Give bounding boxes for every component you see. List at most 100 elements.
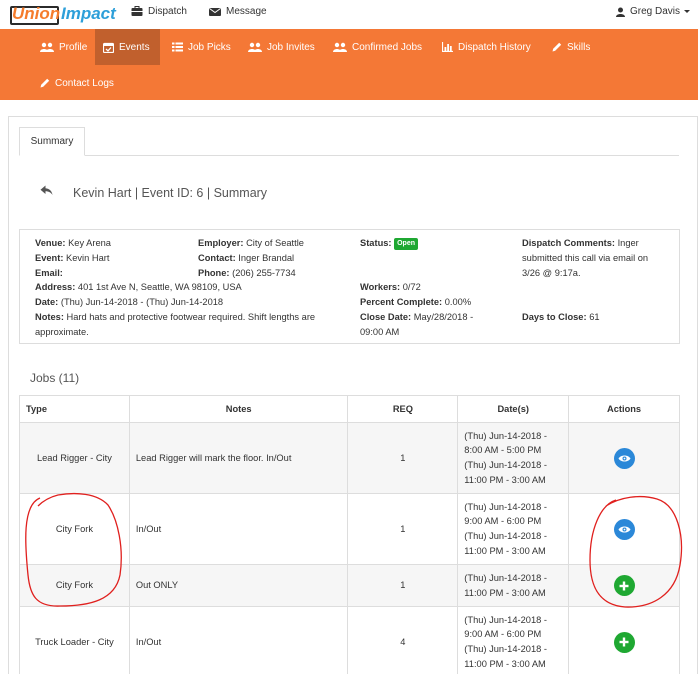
time-line: 8:00 AM - 5:00 PM bbox=[464, 445, 542, 456]
logo-union-text: Union bbox=[12, 4, 61, 23]
tab-divider bbox=[19, 155, 679, 156]
job-type-cell: City Fork bbox=[19, 493, 130, 565]
phone-value: (206) 255-7734 bbox=[232, 267, 296, 278]
venue-value: Key Arena bbox=[68, 238, 111, 248]
time-line: 11:00 PM - 3:00 AM bbox=[464, 658, 546, 669]
job-actions-cell bbox=[568, 422, 680, 494]
column-header-req[interactable]: REQ bbox=[347, 395, 459, 423]
nav-job-picks-label: Job Picks bbox=[188, 41, 231, 53]
job-notes-cell: Lead Rigger will mark the floor. In/Out bbox=[128, 422, 349, 494]
column-header-type[interactable]: Type bbox=[19, 395, 130, 423]
job-type-cell: Truck Loader - City bbox=[19, 606, 130, 674]
date-value: (Thu) Jun-14-2018 - (Thu) Jun-14-2018 bbox=[60, 297, 224, 308]
users-icon bbox=[40, 42, 54, 52]
tab-summary[interactable]: Summary bbox=[19, 127, 85, 156]
time-line: 9:00 AM - 6:00 PM bbox=[464, 516, 542, 527]
event-info-box: Venue: Key Arena Event: Kevin Hart Email… bbox=[19, 229, 680, 344]
table-row: Truck Loader - City In/Out 4 (Thu) Jun-1… bbox=[19, 606, 680, 674]
page-title: Kevin Hart | Event ID: 6 | Summary bbox=[73, 186, 268, 200]
column-header-notes[interactable]: Notes bbox=[128, 395, 349, 423]
phone-label: Phone: bbox=[198, 267, 230, 278]
add-plus-icon[interactable] bbox=[613, 631, 635, 653]
logo-impact-text: Impact bbox=[61, 4, 116, 23]
date-line: (Thu) Jun-14-2018 - bbox=[464, 501, 547, 512]
message-link[interactable]: Message bbox=[209, 6, 267, 17]
main-nav: Profile Events Job Picks Job Invites Con… bbox=[0, 29, 698, 100]
notes-value-line1: Hard hats and protective footwear requir… bbox=[66, 311, 316, 322]
message-label: Message bbox=[226, 6, 267, 17]
dispatch-comments-line3: 3/26 @ 9:17a. bbox=[522, 267, 581, 278]
dispatch-comments-label: Dispatch Comments: bbox=[522, 238, 615, 248]
nav-confirmed-jobs-label: Confirmed Jobs bbox=[352, 41, 423, 53]
job-type-cell: Lead Rigger - City bbox=[19, 422, 130, 494]
nav-contact-logs-label: Contact Logs bbox=[55, 77, 114, 89]
employer-label: Employer: bbox=[198, 238, 244, 248]
nav-confirmed-jobs[interactable]: Confirmed Jobs bbox=[325, 29, 430, 65]
column-header-dates[interactable]: Date(s) bbox=[457, 395, 570, 423]
event-value: Kevin Hart bbox=[66, 252, 110, 263]
list-icon bbox=[172, 42, 183, 52]
employer-column: Employer: City of Seattle Contact: Inger… bbox=[198, 236, 358, 280]
status-column: Status: Open Workers: 0/72 Percent Compl… bbox=[360, 236, 510, 340]
back-button[interactable] bbox=[40, 185, 53, 196]
user-menu[interactable]: Greg Davis bbox=[616, 6, 691, 17]
job-req-cell: 4 bbox=[347, 606, 459, 674]
jobs-heading: Jobs (11) bbox=[30, 371, 80, 385]
job-dates-cell: (Thu) Jun-14-2018 - 9:00 AM - 6:00 PM (T… bbox=[457, 493, 570, 565]
add-plus-icon[interactable] bbox=[613, 575, 635, 596]
table-header-row: Type Notes REQ Date(s) Actions bbox=[19, 395, 680, 423]
nav-job-invites[interactable]: Job Invites bbox=[240, 29, 323, 65]
nav-profile-label: Profile bbox=[59, 41, 88, 53]
nav-skills-label: Skills bbox=[567, 41, 591, 53]
job-notes-cell: In/Out bbox=[128, 606, 349, 674]
job-actions-cell bbox=[568, 606, 680, 674]
nav-dispatch-history[interactable]: Dispatch History bbox=[434, 29, 539, 65]
percent-complete-label: Percent Complete: bbox=[360, 297, 443, 308]
job-req-cell: 1 bbox=[347, 493, 459, 565]
workers-label: Workers: bbox=[360, 282, 401, 293]
nav-events[interactable]: Events bbox=[95, 29, 160, 65]
job-type-cell: City Fork bbox=[19, 564, 130, 607]
job-dates-cell: (Thu) Jun-14-2018 - 9:00 AM - 6:00 PM (T… bbox=[457, 606, 570, 674]
status-label: Status: bbox=[360, 238, 392, 248]
nav-contact-logs[interactable]: Contact Logs bbox=[32, 65, 122, 101]
close-date-value-line1: May/28/2018 - bbox=[413, 311, 474, 322]
nav-profile[interactable]: Profile bbox=[32, 29, 95, 65]
table-row: City Fork Out ONLY 1 (Thu) Jun-14-2018 -… bbox=[19, 564, 680, 607]
view-eye-icon[interactable] bbox=[613, 518, 635, 540]
users-icon bbox=[333, 42, 347, 52]
nav-job-picks[interactable]: Job Picks bbox=[164, 29, 239, 65]
nav-dispatch-history-label: Dispatch History bbox=[458, 41, 531, 53]
contact-label: Contact: bbox=[198, 252, 236, 263]
notes-label: Notes: bbox=[35, 311, 64, 322]
date-line: (Thu) Jun-14-2018 - bbox=[464, 460, 547, 470]
days-to-close-value: 61 bbox=[589, 311, 600, 322]
nav-job-invites-label: Job Invites bbox=[267, 41, 315, 53]
top-bar: Union Impact Dispatch Message Greg Davis bbox=[0, 0, 698, 29]
table-row: City Fork In/Out 1 (Thu) Jun-14-2018 - 9… bbox=[19, 493, 680, 565]
job-notes-cell: In/Out bbox=[128, 493, 349, 565]
percent-complete-value: 0.00% bbox=[444, 297, 472, 308]
dispatch-comments-line2: submitted this call via email on bbox=[522, 252, 649, 263]
user-icon bbox=[616, 7, 625, 17]
dispatch-link[interactable]: Dispatch bbox=[131, 6, 187, 17]
date-line: (Thu) Jun-14-2018 - bbox=[464, 430, 547, 441]
job-actions-cell bbox=[568, 493, 680, 565]
dispatch-label: Dispatch bbox=[148, 6, 187, 17]
notes-value-line2: approximate. bbox=[35, 326, 89, 337]
address-value: 401 1st Ave N, Seattle, WA 98109, USA bbox=[77, 282, 242, 293]
calendar-check-icon bbox=[103, 42, 114, 53]
date-line: (Thu) Jun-14-2018 - bbox=[464, 644, 547, 654]
comments-column: Dispatch Comments: Inger submitted this … bbox=[522, 236, 678, 325]
contact-value: Inger Brandal bbox=[238, 252, 295, 263]
view-eye-icon[interactable] bbox=[613, 447, 635, 469]
nav-skills[interactable]: Skills bbox=[544, 29, 598, 65]
column-header-actions: Actions bbox=[568, 395, 680, 423]
date-label: Date: bbox=[35, 297, 59, 308]
days-to-close-label: Days to Close: bbox=[522, 311, 587, 322]
job-actions-cell bbox=[568, 564, 680, 607]
workers-value: 0/72 bbox=[402, 282, 421, 293]
chevron-down-icon bbox=[684, 10, 691, 13]
tab-summary-label: Summary bbox=[30, 136, 74, 147]
union-impact-logo[interactable]: Union Impact bbox=[10, 3, 119, 26]
